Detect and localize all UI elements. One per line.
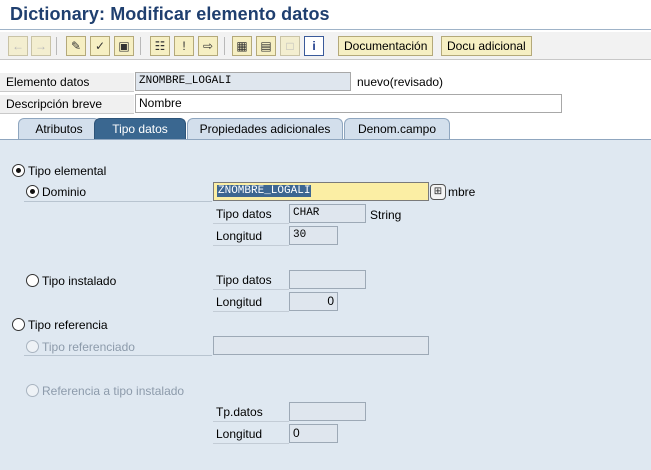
- toolbar-separator: [140, 37, 141, 55]
- dominio-short-text: mbre: [448, 185, 476, 199]
- application-toolbar: ← → ✎ ✓ ▣ ☷ ! ⇨ ▦ ▤ □ i Documentación Do…: [0, 32, 651, 60]
- activate-icon[interactable]: ▣: [114, 36, 134, 56]
- back-arrow-icon[interactable]: ←: [8, 36, 28, 56]
- tipo-elemental-radio[interactable]: [12, 164, 25, 177]
- value-help-icon[interactable]: ⊞: [430, 184, 446, 200]
- check-icon[interactable]: ✓: [90, 36, 110, 56]
- referencia-tipo-instalado-radio[interactable]: [26, 384, 39, 397]
- dominio-label: Dominio: [42, 185, 87, 199]
- frame-icon[interactable]: □: [280, 36, 300, 56]
- tab-atributos[interactable]: Atributos: [18, 118, 100, 139]
- instalado-longitud-field[interactable]: 0: [289, 292, 338, 311]
- hierarchy-icon[interactable]: ▦: [232, 36, 252, 56]
- longitud-label: Longitud: [213, 227, 289, 246]
- tipo-referenciado-field[interactable]: [213, 336, 429, 355]
- element-label: Elemento datos: [0, 73, 134, 92]
- window-title: Dictionary: Modificar elemento datos: [10, 4, 330, 24]
- tipo-datos-field: CHAR: [289, 204, 366, 223]
- tab-tipo-datos[interactable]: Tipo datos: [94, 118, 186, 140]
- title-divider: [0, 29, 651, 30]
- tipo-datos-label: Tipo datos: [213, 205, 289, 224]
- description-label: Descripción breve: [0, 95, 134, 114]
- dominio-radio[interactable]: [26, 185, 39, 198]
- dominio-value: ZNOMBRE_LOGALI: [217, 185, 312, 197]
- documentation-button[interactable]: Documentación: [338, 36, 434, 56]
- tp-datos-field[interactable]: [289, 402, 366, 421]
- element-name-field[interactable]: ZNOMBRE_LOGALI: [135, 72, 351, 91]
- toolbar-separator: [56, 37, 57, 55]
- ref-longitud-label: Longitud: [213, 425, 289, 444]
- info-icon[interactable]: i: [304, 36, 324, 56]
- print-icon[interactable]: ▤: [256, 36, 276, 56]
- instalado-tipo-datos-label: Tipo datos: [213, 271, 289, 290]
- row-underline: [24, 201, 212, 202]
- tab-propiedades-adicionales[interactable]: Propiedades adicionales: [187, 118, 343, 139]
- tipo-instalado-label: Tipo instalado: [42, 274, 117, 288]
- tipo-referenciado-label: Tipo referenciado: [42, 340, 135, 354]
- information-icon[interactable]: !: [174, 36, 194, 56]
- ref-longitud-field[interactable]: 0: [289, 424, 338, 443]
- tipo-datos-description: String: [370, 208, 402, 222]
- tipo-elemental-label: Tipo elemental: [28, 164, 107, 178]
- tipo-instalado-radio[interactable]: [26, 274, 39, 287]
- tp-datos-label: Tp.datos: [213, 403, 289, 422]
- display-change-icon[interactable]: ✎: [66, 36, 86, 56]
- dominio-input[interactable]: ZNOMBRE_LOGALI: [213, 182, 429, 201]
- row-underline: [24, 355, 212, 356]
- longitud-field: 30: [289, 226, 338, 245]
- instalado-longitud-label: Longitud: [213, 293, 289, 312]
- tipo-referencia-radio[interactable]: [12, 318, 25, 331]
- forward-arrow-icon[interactable]: →: [31, 36, 51, 56]
- tipo-referencia-label: Tipo referencia: [28, 318, 108, 332]
- navigate-icon[interactable]: ⇨: [198, 36, 218, 56]
- toolbar-separator: [224, 37, 225, 55]
- instalado-tipo-datos-field[interactable]: [289, 270, 366, 289]
- tipo-referenciado-radio[interactable]: [26, 340, 39, 353]
- element-status: nuevo(revisado): [357, 75, 444, 89]
- extra-documentation-button[interactable]: Docu adicional: [441, 36, 532, 56]
- where-used-icon[interactable]: ☷: [150, 36, 170, 56]
- referencia-tipo-instalado-label: Referencia a tipo instalado: [42, 384, 185, 398]
- description-field[interactable]: Nombre: [135, 94, 562, 113]
- tab-denom-campo[interactable]: Denom.campo: [344, 118, 450, 139]
